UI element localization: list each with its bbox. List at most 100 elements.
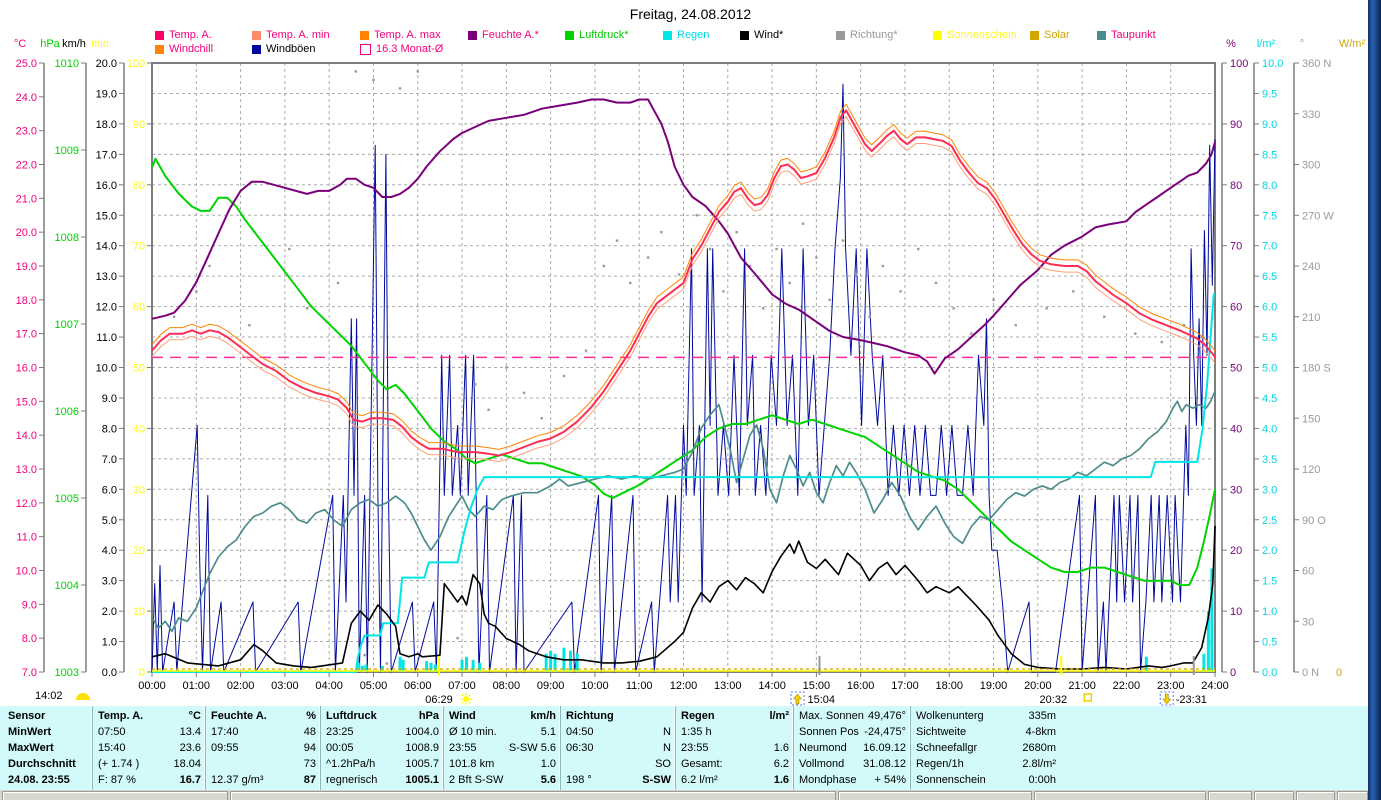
table-row: 04:50 N: [566, 726, 671, 738]
axis-l-m: l/m² 10.0 9.5 9.0 8.5 8.0 7.5 7.0 6.5 6.0 5.5 5.0 4.…: [1253, 38, 1283, 679]
svg-text:12:00: 12:00: [670, 680, 698, 692]
svg-text:1006: 1006: [55, 406, 79, 418]
svg-text:9.0: 9.0: [102, 393, 117, 405]
svg-text:13.0: 13.0: [16, 464, 37, 476]
svg-text:100: 100: [1230, 58, 1248, 70]
svg-text:360 N: 360 N: [1302, 58, 1331, 70]
table-row: Durchschnitt: [8, 758, 76, 770]
svg-text:30: 30: [1230, 484, 1242, 496]
status-bar-segment-6: [1254, 791, 1294, 800]
svg-text:25.0: 25.0: [16, 58, 37, 70]
svg-text:12.0: 12.0: [96, 302, 117, 314]
table-row: Regen/1h 2.8l/m²: [916, 758, 1056, 770]
table-row: 23:55 1.6: [681, 742, 789, 754]
svg-text:°C: °C: [14, 38, 26, 50]
series-richtung: [172, 70, 1203, 674]
svg-text:9.0: 9.0: [22, 599, 37, 611]
svg-text:23:00: 23:00: [1157, 680, 1185, 692]
svg-text:11:00: 11:00: [626, 680, 653, 692]
status-bar-segment-7: [1296, 791, 1335, 800]
event-marker-moon-prev: 14:02: [35, 690, 90, 702]
svg-text:50: 50: [133, 363, 145, 375]
svg-text:03:00: 03:00: [271, 680, 299, 692]
svg-text:90: 90: [1230, 119, 1242, 131]
svg-text:0 N: 0 N: [1302, 667, 1319, 679]
svg-text:1003: 1003: [55, 667, 79, 679]
svg-text:20.0: 20.0: [96, 58, 117, 70]
table-row: Sichtweite 4-8km: [916, 726, 1056, 738]
svg-text:18.0: 18.0: [96, 119, 117, 131]
svg-text:16:00: 16:00: [847, 680, 875, 692]
svg-text:15:00: 15:00: [803, 680, 831, 692]
svg-text:3.0: 3.0: [1262, 484, 1277, 496]
sunset-square-icon: [1083, 693, 1093, 702]
svg-text:20:00: 20:00: [1024, 680, 1052, 692]
svg-text:06:00: 06:00: [404, 680, 432, 692]
axis-: %1009080706050403020100: [1221, 38, 1248, 679]
svg-text:l/m²: l/m²: [1257, 38, 1276, 50]
svg-text:19.0: 19.0: [16, 261, 37, 273]
svg-text:210: 210: [1302, 312, 1320, 324]
svg-text:min: min: [91, 38, 109, 50]
svg-text:18:00: 18:00: [935, 680, 963, 692]
svg-text:30: 30: [1302, 616, 1314, 628]
stats-table: Sensor MinWert MaxWert Durchschnitt 24.08. 2…: [0, 706, 1368, 790]
svg-text:10: 10: [133, 606, 145, 618]
svg-text:10.0: 10.0: [96, 363, 117, 375]
svg-text:09:00: 09:00: [537, 680, 565, 692]
svg-text:80: 80: [133, 180, 145, 192]
svg-text:21.0: 21.0: [16, 193, 37, 205]
table-column-wind: Wind km/h Ø 10 min. 5.1 23:55 S-SW 5.6 101.8 k…: [443, 706, 561, 790]
svg-text:0.0: 0.0: [102, 667, 117, 679]
svg-text:8.0: 8.0: [102, 423, 117, 435]
svg-text:60: 60: [1230, 302, 1242, 314]
svg-text:2.0: 2.0: [102, 606, 117, 618]
table-row: 198 ° S-SW: [566, 774, 671, 786]
svg-text:1005: 1005: [55, 493, 79, 505]
table-column-regen: Regen l/m² 1:35 h 23:55 1.6 Gesamt: 6.2 6.2 l/m…: [675, 706, 794, 790]
svg-text:40: 40: [133, 423, 145, 435]
svg-text:0.5: 0.5: [1262, 637, 1277, 649]
series-temp: [151, 109, 1216, 457]
svg-text:1.0: 1.0: [102, 637, 117, 649]
svg-text:180 S: 180 S: [1302, 363, 1331, 375]
table-row: 101.8 km 1.0: [449, 758, 556, 770]
status-bar: [0, 790, 1368, 800]
svg-text:7.0: 7.0: [102, 454, 117, 466]
grid-lines: [152, 63, 1215, 672]
svg-text:9.0: 9.0: [1262, 119, 1277, 131]
svg-text:hPa: hPa: [40, 38, 60, 50]
svg-text:5.0: 5.0: [1262, 363, 1277, 375]
svg-text:16.0: 16.0: [16, 363, 37, 375]
table-row: 6.2 l/m² 1.6: [681, 774, 789, 786]
svg-text:23.0: 23.0: [16, 126, 37, 138]
svg-text:150: 150: [1302, 413, 1320, 425]
svg-text:100: 100: [127, 58, 145, 70]
svg-text:2.5: 2.5: [1262, 515, 1277, 527]
table-row: 23:55 S-SW 5.6: [449, 742, 556, 754]
svg-text:21:00: 21:00: [1068, 680, 1096, 692]
svg-text:24:00: 24:00: [1201, 680, 1229, 692]
svg-text:6.0: 6.0: [102, 484, 117, 496]
svg-text:0.0: 0.0: [1262, 667, 1277, 679]
svg-text:270 W: 270 W: [1302, 210, 1334, 222]
svg-text:5.5: 5.5: [1262, 332, 1277, 344]
status-bar-segment-4: [1034, 791, 1206, 800]
svg-text:01:00: 01:00: [183, 680, 211, 692]
svg-text:10: 10: [1230, 606, 1242, 618]
svg-text:3.5: 3.5: [1262, 454, 1277, 466]
svg-text:7.0: 7.0: [22, 667, 37, 679]
svg-text:1004: 1004: [55, 580, 79, 592]
svg-text:-23:31: -23:31: [1176, 694, 1207, 706]
svg-text:10.0: 10.0: [1262, 58, 1283, 70]
table-row: Sonnen Pos -24,475°: [799, 726, 906, 738]
table-row: Schneefallgr 2680m: [916, 742, 1056, 754]
svg-text:15.0: 15.0: [16, 396, 37, 408]
svg-text:11.0: 11.0: [16, 532, 37, 544]
svg-text:6.5: 6.5: [1262, 271, 1277, 283]
svg-text:17.0: 17.0: [16, 329, 37, 341]
series-temp-min: [151, 116, 1216, 463]
svg-text:19:00: 19:00: [980, 680, 1008, 692]
table-row: 07:50 13.4: [98, 726, 201, 738]
svg-text:16.0: 16.0: [96, 180, 117, 192]
